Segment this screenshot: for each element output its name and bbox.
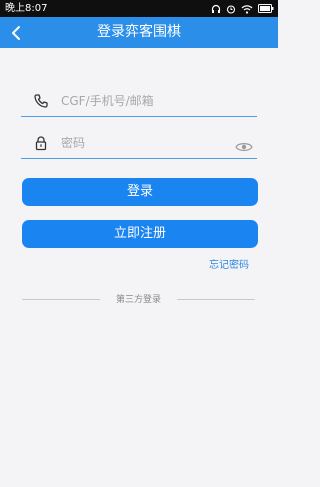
phone-icon [33, 93, 49, 109]
headset-icon [211, 4, 221, 14]
battery-icon [258, 4, 274, 13]
account-input[interactable] [61, 88, 221, 114]
page-title: 登录弈客围棋 [97, 24, 181, 40]
divider-left [22, 299, 100, 300]
third-party-login-label: 第三方登录 [115, 295, 161, 305]
password-field [21, 130, 257, 159]
alarm-icon [226, 4, 236, 14]
forgot-password-link[interactable]: 忘记密码 [209, 256, 249, 271]
status-bar: 晚上8:07 [0, 0, 278, 17]
lock-icon [33, 135, 49, 151]
login-button[interactable]: 登录 [22, 178, 258, 206]
app-header: 登录弈客围棋 [0, 17, 278, 48]
password-input[interactable] [61, 130, 221, 156]
register-button[interactable]: 立即注册 [22, 220, 258, 248]
phone-field [21, 88, 257, 117]
status-icons [211, 3, 274, 14]
status-time: 晚上8:07 [5, 3, 48, 14]
divider-right [177, 299, 255, 300]
eye-icon[interactable] [235, 138, 253, 151]
wifi-icon [241, 4, 253, 14]
